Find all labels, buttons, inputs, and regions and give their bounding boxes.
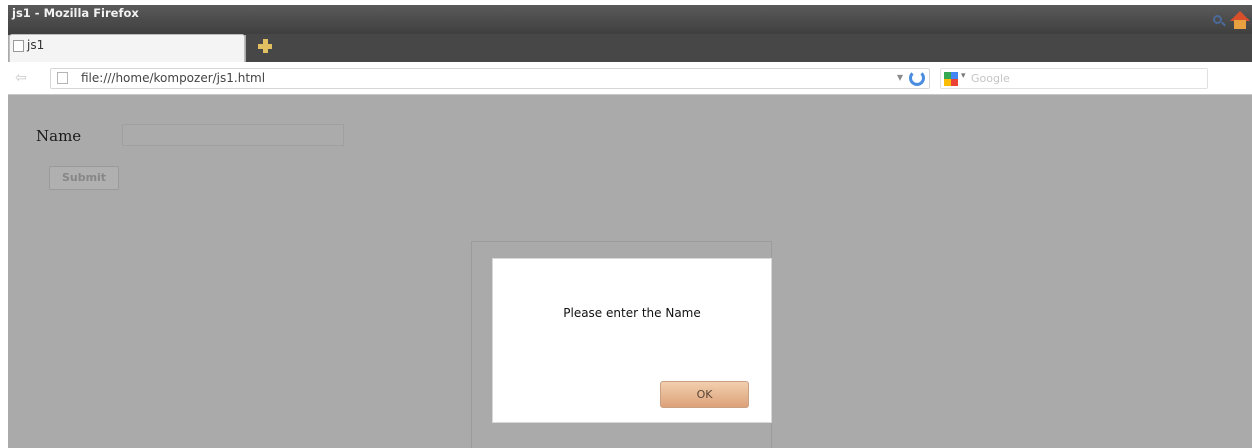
- chevron-down-icon[interactable]: ▾: [961, 71, 966, 81]
- reload-icon[interactable]: [909, 70, 925, 86]
- page-icon: [13, 40, 24, 52]
- home-icon[interactable]: [1230, 11, 1250, 31]
- url-text: file:///home/kompozer/js1.html: [81, 71, 266, 85]
- url-bar[interactable]: file:///home/kompozer/js1.html ▾: [50, 68, 930, 89]
- navigation-toolbar: ⇦ file:///home/kompozer/js1.html ▾ ▾ Goo…: [8, 62, 1252, 95]
- search-placeholder: Google: [971, 72, 1010, 85]
- tab-js1[interactable]: js1: [9, 34, 245, 62]
- title-bar: js1 - Mozilla Firefox: [8, 5, 1252, 35]
- alert-dialog: Please enter the Name OK: [492, 258, 772, 423]
- page-icon: [57, 72, 68, 84]
- dialog-message: Please enter the Name: [563, 306, 701, 320]
- submit-button[interactable]: Submit: [49, 166, 119, 190]
- google-icon[interactable]: [944, 72, 958, 86]
- tab-strip: [246, 34, 1252, 62]
- name-field[interactable]: [122, 124, 344, 146]
- plus-icon[interactable]: [257, 38, 273, 54]
- page-content: Name Submit Please enter the Name OK: [8, 96, 1252, 448]
- window-title: js1 - Mozilla Firefox: [12, 6, 139, 20]
- tab-label: js1: [27, 38, 45, 52]
- magnifier-icon[interactable]: [1212, 14, 1226, 28]
- search-input[interactable]: ▾ Google: [940, 68, 1208, 89]
- ok-button[interactable]: OK: [660, 381, 749, 408]
- browser-window: js1 - Mozilla Firefox js1 ⇦ file:///home…: [8, 5, 1252, 448]
- name-label: Name: [36, 127, 82, 145]
- back-arrow-icon[interactable]: ⇦: [15, 71, 31, 85]
- star-icon[interactable]: ▾: [897, 70, 903, 84]
